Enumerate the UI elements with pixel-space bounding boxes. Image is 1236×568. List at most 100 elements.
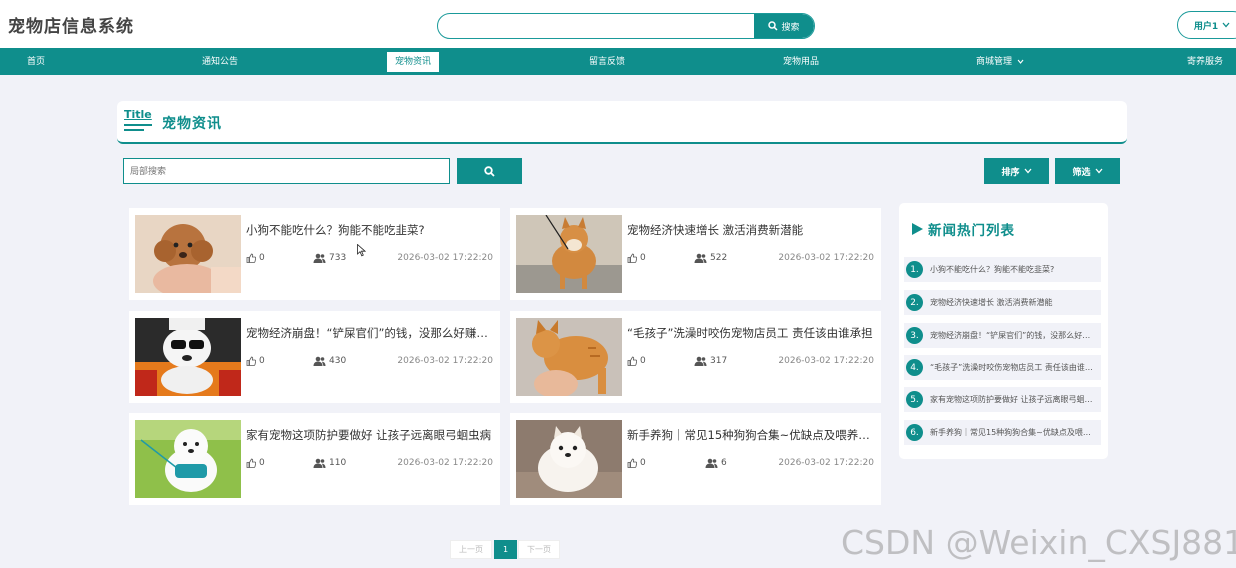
nav-item-boarding[interactable]: 寄养服务 bbox=[1179, 52, 1231, 72]
article-date: 2026-03-02 17:22:20 bbox=[778, 253, 874, 263]
view-count: 522 bbox=[694, 253, 727, 263]
like-count-value: 0 bbox=[640, 253, 646, 263]
pomeranian-image bbox=[516, 420, 622, 498]
like-count-value: 0 bbox=[259, 253, 265, 263]
user-label: 用户1 bbox=[1193, 21, 1219, 32]
chevron-down-icon bbox=[1095, 168, 1102, 174]
next-page-button[interactable]: 下一页 bbox=[518, 540, 560, 559]
app-title: 宠物店信息系统 bbox=[8, 17, 134, 37]
article-card[interactable]: 宠物经济崩盘！“铲屎官们”的钱，没那么好赚了！ 0 430 2026-03-02… bbox=[129, 311, 500, 403]
article-card[interactable]: 小狗不能吃什么？狗能不能吃韭菜? 0 733 2026-03-02 17:22:… bbox=[129, 208, 500, 300]
nav-item-pet-news[interactable]: 宠物资讯 bbox=[386, 52, 440, 72]
article-card[interactable]: 宠物经济快速增长 激活消费新潜能 0 522 2026-03-02 17:22:… bbox=[510, 208, 881, 300]
local-search-input[interactable] bbox=[123, 158, 450, 184]
hot-news-panel: 新闻热门列表 1. 小狗不能吃什么？狗能不能吃韭菜? 2. 宠物经济快速增长 激活消… bbox=[899, 203, 1108, 459]
page-number-button[interactable]: 1 bbox=[494, 540, 517, 559]
dog-sunglasses-image bbox=[135, 318, 241, 396]
global-search-input[interactable] bbox=[438, 14, 756, 38]
hot-news-text: “毛孩子”洗澡时咬伤宠物店员工 责任该由谁承担 bbox=[930, 363, 1095, 372]
like-count: 0 bbox=[627, 253, 646, 263]
article-card[interactable]: 新手养狗｜常见15种狗狗合集~优缺点及喂养须知 0 6 2026-03-02 1… bbox=[510, 413, 881, 505]
view-count-value: 733 bbox=[329, 253, 347, 263]
article-title[interactable]: 小狗不能吃什么？狗能不能吃韭菜? bbox=[246, 222, 494, 238]
nav-item-notices[interactable]: 通知公告 bbox=[194, 52, 246, 72]
article-date: 2026-03-02 17:22:20 bbox=[778, 356, 874, 366]
poodle-puppy-image bbox=[135, 215, 241, 293]
users-icon bbox=[313, 356, 326, 366]
hot-news-item[interactable]: 3. 宠物经济崩盘！“铲屎官们”的钱，没那么好赚了！ bbox=[904, 323, 1101, 348]
hot-news-rank: 6. bbox=[906, 424, 923, 441]
article-card[interactable]: 家有宠物这项防护要做好 让孩子远离眼弓蛔虫病 0 110 2026-03-02 … bbox=[129, 413, 500, 505]
view-count-value: 430 bbox=[329, 356, 347, 366]
article-title[interactable]: “毛孩子”洗澡时咬伤宠物店员工 责任该由谁承担 bbox=[627, 325, 875, 341]
sort-button[interactable]: 排序 bbox=[984, 158, 1049, 184]
play-triangle-icon bbox=[912, 223, 923, 235]
users-icon bbox=[694, 253, 707, 263]
view-count-value: 6 bbox=[721, 458, 727, 468]
global-search-label: 搜索 bbox=[781, 22, 800, 33]
thumbs-up-icon bbox=[246, 253, 256, 263]
chevron-down-icon bbox=[1017, 59, 1024, 64]
article-title[interactable]: 宠物经济崩盘！“铲屎官们”的钱，没那么好赚了！ bbox=[246, 325, 494, 341]
nav-item-mall-label: 商城管理 bbox=[976, 57, 1013, 67]
title-badge-line bbox=[124, 124, 152, 126]
global-search-button[interactable]: 搜索 bbox=[754, 14, 814, 38]
hot-news-text: 宠物经济崩盘！“铲屎官们”的钱，没那么好赚了！ bbox=[930, 331, 1095, 340]
hot-news-rank: 4. bbox=[906, 359, 923, 376]
article-title[interactable]: 家有宠物这项防护要做好 让孩子远离眼弓蛔虫病 bbox=[246, 427, 494, 443]
nav-item-pet-supplies[interactable]: 宠物用品 bbox=[775, 52, 827, 72]
prev-page-button[interactable]: 上一页 bbox=[450, 540, 492, 559]
like-count-value: 0 bbox=[259, 458, 265, 468]
article-title[interactable]: 新手养狗｜常见15种狗狗合集~优缺点及喂养须知 bbox=[627, 427, 875, 443]
top-bar: 宠物店信息系统 搜索 用户1 bbox=[0, 0, 1236, 48]
article-date: 2026-03-02 17:22:20 bbox=[397, 253, 493, 263]
hot-news-item[interactable]: 5. 家有宠物这项防护要做好 让孩子远离眼弓蛔虫病 bbox=[904, 387, 1101, 412]
like-count-value: 0 bbox=[640, 458, 646, 468]
white-dog-image bbox=[135, 420, 241, 498]
thumbs-up-icon bbox=[246, 458, 256, 468]
users-icon bbox=[313, 253, 326, 263]
users-icon bbox=[694, 356, 707, 366]
view-count: 110 bbox=[313, 458, 346, 468]
like-count: 0 bbox=[246, 253, 265, 263]
chevron-down-icon bbox=[1024, 168, 1031, 174]
filter-button[interactable]: 筛选 bbox=[1055, 158, 1120, 184]
view-count: 6 bbox=[705, 458, 727, 468]
article-card[interactable]: “毛孩子”洗澡时咬伤宠物店员工 责任该由谁承担 0 317 2026-03-02… bbox=[510, 311, 881, 403]
users-icon bbox=[705, 458, 718, 468]
user-menu-button[interactable]: 用户1 bbox=[1177, 11, 1236, 39]
filter-label: 筛选 bbox=[1072, 167, 1091, 178]
hot-news-item[interactable]: 1. 小狗不能吃什么？狗能不能吃韭菜? bbox=[904, 257, 1101, 282]
title-badge-line bbox=[124, 129, 144, 131]
article-title[interactable]: 宠物经济快速增长 激活消费新潜能 bbox=[627, 222, 875, 238]
like-count: 0 bbox=[627, 356, 646, 366]
search-icon bbox=[484, 165, 495, 177]
title-badge: Title bbox=[124, 109, 152, 135]
hot-news-item[interactable]: 2. 宠物经济快速增长 激活消费新潜能 bbox=[904, 290, 1101, 315]
hot-news-text: 宠物经济快速增长 激活消费新潜能 bbox=[930, 298, 1053, 307]
nav-item-home[interactable]: 首页 bbox=[19, 52, 53, 72]
hot-news-text: 家有宠物这项防护要做好 让孩子远离眼弓蛔虫病 bbox=[930, 395, 1095, 404]
hot-news-item[interactable]: 6. 新手养狗｜常见15种狗狗合集~优缺点及喂养须知 bbox=[904, 420, 1101, 445]
local-search-button[interactable] bbox=[457, 158, 522, 184]
view-count-value: 522 bbox=[710, 253, 728, 263]
like-count: 0 bbox=[246, 356, 265, 366]
main-nav: 首页 通知公告 宠物资讯 留言反馈 宠物用品 商城管理 寄养服务 bbox=[0, 48, 1236, 75]
hot-news-text: 小狗不能吃什么？狗能不能吃韭菜? bbox=[930, 265, 1055, 274]
article-date: 2026-03-02 17:22:20 bbox=[397, 458, 493, 468]
thumbs-up-icon bbox=[627, 253, 637, 263]
page-title: 宠物资讯 bbox=[162, 116, 222, 132]
nav-item-feedback[interactable]: 留言反馈 bbox=[581, 52, 633, 72]
hot-news-rank: 2. bbox=[906, 294, 923, 311]
search-icon bbox=[768, 21, 779, 31]
nav-item-mall-management[interactable]: 商城管理 bbox=[968, 52, 1032, 72]
article-date: 2026-03-02 17:22:20 bbox=[397, 356, 493, 366]
hot-news-text: 新手养狗｜常见15种狗狗合集~优缺点及喂养须知 bbox=[930, 428, 1095, 437]
like-count: 0 bbox=[627, 458, 646, 468]
hot-news-title: 新闻热门列表 bbox=[912, 219, 1015, 239]
view-count-value: 110 bbox=[329, 458, 347, 468]
thumbs-up-icon bbox=[627, 458, 637, 468]
title-badge-text: Title bbox=[124, 108, 152, 121]
thumbs-up-icon bbox=[627, 356, 637, 366]
hot-news-item[interactable]: 4. “毛孩子”洗澡时咬伤宠物店员工 责任该由谁承担 bbox=[904, 355, 1101, 380]
